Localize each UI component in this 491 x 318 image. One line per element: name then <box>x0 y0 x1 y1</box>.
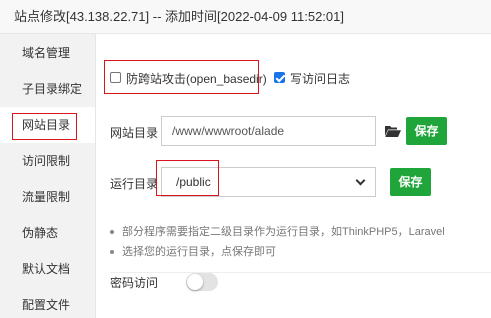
sidebar-item-label: 伪静态 <box>22 226 59 240</box>
sidebar-item-label: 网站目录 <box>22 118 71 132</box>
sidebar-item-domain-management[interactable]: 域名管理 <box>0 35 95 71</box>
main-panel: 防跨站攻击(open_basedir) 写访问日志 网站目录 保存 运行目录 /… <box>96 34 491 318</box>
site-dir-input[interactable] <box>161 116 376 146</box>
run-dir-label: 运行目录 <box>110 177 159 191</box>
chevron-down-icon <box>355 175 366 186</box>
window-title: 站点修改[43.138.22.71] -- 添加时间[2022-04-09 11… <box>0 0 491 34</box>
sidebar-item-label: 域名管理 <box>22 46 71 60</box>
password-access-toggle[interactable] <box>186 273 218 291</box>
sidebar-item-label: 默认文档 <box>22 262 71 276</box>
sidebar-item-traffic-limit[interactable]: 流量限制 <box>0 179 95 215</box>
sidebar-item-label: 流量限制 <box>22 190 71 204</box>
site-dir-label: 网站目录 <box>110 126 159 140</box>
save-run-dir-button[interactable]: 保存 <box>390 168 431 196</box>
bullet-icon <box>110 230 114 234</box>
sidebar-item-config-file[interactable]: 配置文件 <box>0 287 95 318</box>
sidebar-item-access-restriction[interactable]: 访问限制 <box>0 143 95 179</box>
sidebar-item-site-directory[interactable]: 网站目录 <box>0 107 95 143</box>
save-site-dir-button[interactable]: 保存 <box>406 117 447 145</box>
toggle-knob <box>187 274 203 290</box>
run-dir-select[interactable]: /public <box>161 167 376 197</box>
access-log-checkbox[interactable] <box>274 72 285 83</box>
bullet-icon <box>110 250 114 254</box>
list-item: 选择您的运行目录，点保存即可 <box>110 242 445 262</box>
list-item: 部分程序需要指定二级目录作为运行目录，如ThinkPHP5，Laravel <box>110 222 445 242</box>
divider <box>110 272 491 273</box>
folder-open-icon[interactable] <box>385 125 401 137</box>
help-notes: 部分程序需要指定二级目录作为运行目录，如ThinkPHP5，Laravel 选择… <box>110 222 445 262</box>
access-log-label: 写访问日志 <box>290 72 351 86</box>
sidebar-item-label: 配置文件 <box>22 298 71 312</box>
password-access-label: 密码访问 <box>110 276 159 290</box>
sidebar: 域名管理 子目录绑定 网站目录 访问限制 流量限制 伪静态 默认文档 配置文件 <box>0 34 96 318</box>
sidebar-item-default-document[interactable]: 默认文档 <box>0 251 95 287</box>
sidebar-item-label: 子目录绑定 <box>22 82 83 96</box>
sidebar-item-subdirectory-binding[interactable]: 子目录绑定 <box>0 71 95 107</box>
anti-xss-label: 防跨站攻击(open_basedir) <box>126 72 267 86</box>
anti-xss-checkbox[interactable] <box>110 72 121 83</box>
sidebar-item-rewrite[interactable]: 伪静态 <box>0 215 95 251</box>
run-dir-selected-value: /public <box>176 175 211 189</box>
sidebar-item-label: 访问限制 <box>22 154 71 168</box>
